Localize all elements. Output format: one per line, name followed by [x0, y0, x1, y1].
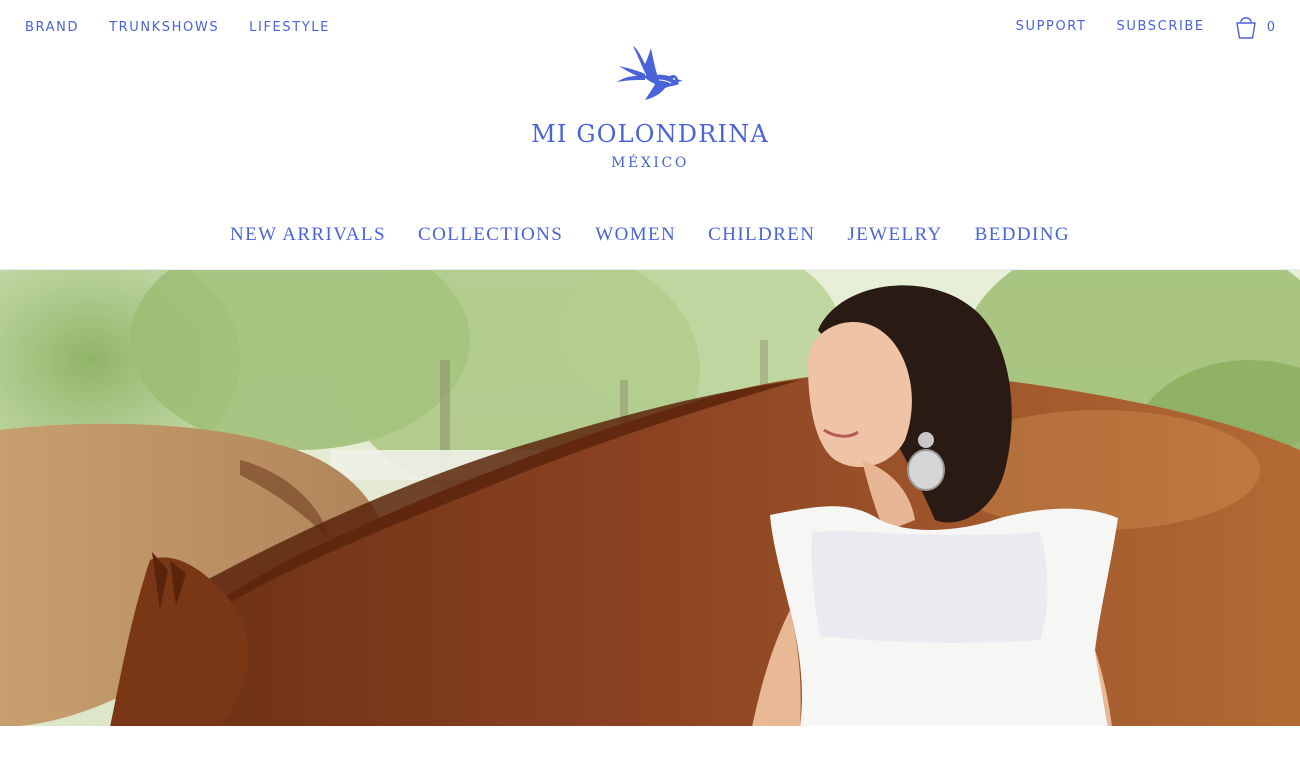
cart-count: 0	[1266, 19, 1276, 35]
nav-link-subscribe[interactable]: SUBSCRIBE	[1117, 19, 1205, 35]
swallow-bird-icon	[617, 46, 683, 100]
nav-link-lifestyle[interactable]: LIFESTYLE	[249, 20, 330, 36]
utility-nav-right: SUPPORT SUBSCRIBE 0	[1016, 14, 1276, 40]
nav-link-women[interactable]: WOMEN	[595, 224, 676, 246]
nav-link-new-arrivals[interactable]: NEW ARRIVALS	[230, 224, 386, 246]
main-category-nav: NEW ARRIVALS COLLECTIONS WOMEN CHILDREN …	[0, 224, 1300, 246]
nav-link-bedding[interactable]: BEDDING	[975, 224, 1070, 246]
nav-link-trunkshows[interactable]: TRUNKSHOWS	[109, 20, 219, 36]
utility-nav-left: BRAND TRUNKSHOWS LIFESTYLE	[25, 20, 330, 36]
nav-link-collections[interactable]: COLLECTIONS	[418, 224, 563, 246]
hero-photo	[0, 270, 1300, 726]
site-logo[interactable]: MI GOLONDRINA MÉXICO	[0, 40, 1300, 172]
nav-link-children[interactable]: CHILDREN	[708, 224, 815, 246]
shopping-bag-icon	[1236, 17, 1256, 39]
nav-link-brand[interactable]: BRAND	[25, 20, 79, 36]
nav-link-jewelry[interactable]: JEWELRY	[847, 224, 942, 246]
hero-banner[interactable]	[0, 269, 1300, 726]
logo-name: MI GOLONDRINA	[531, 120, 769, 148]
nav-link-support[interactable]: SUPPORT	[1016, 19, 1087, 35]
logo-subtitle: MÉXICO	[611, 155, 689, 171]
cart-button[interactable]: 0	[1235, 14, 1276, 40]
